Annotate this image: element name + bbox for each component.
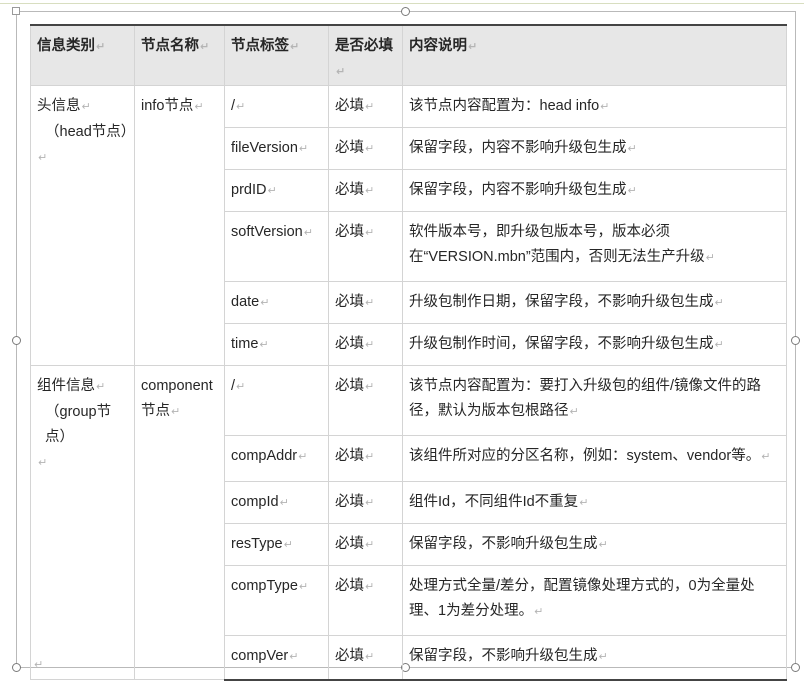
description-cell[interactable]: 该节点内容配置为：head info↵ (402, 85, 787, 128)
tag-cell[interactable]: compType↵ (224, 565, 329, 636)
tag-cell[interactable]: date↵ (224, 281, 329, 324)
resize-handle-left[interactable] (12, 336, 21, 345)
required-cell[interactable]: 必填↵ (328, 435, 403, 482)
description-cell[interactable]: 保留字段，不影响升级包生成↵ (402, 635, 787, 681)
tag-cell[interactable]: compAddr↵ (224, 435, 329, 482)
node-name-cell[interactable]: component 节点↵ (134, 365, 225, 680)
description-cell[interactable]: 该节点内容配置为：要打入升级包的组件/镜像文件的路径，默认为版本包根路径↵ (402, 365, 787, 436)
tag-cell[interactable]: resType↵ (224, 523, 329, 566)
required-cell[interactable]: 必填↵ (328, 323, 403, 366)
header-node-tag: 节点标签↵ (224, 24, 329, 86)
description-cell[interactable]: 升级包制作日期，保留字段，不影响升级包生成↵ (402, 281, 787, 324)
description-cell[interactable]: 保留字段，不影响升级包生成↵ (402, 523, 787, 566)
required-cell[interactable]: 必填↵ (328, 281, 403, 324)
resize-handle-top[interactable] (401, 7, 410, 16)
description-cell[interactable]: 软件版本号，即升级包版本号，版本必须在“VERSION.mbn”范围内，否则无法… (402, 211, 787, 282)
tag-cell[interactable]: prdID↵ (224, 169, 329, 212)
tag-cell[interactable]: softVersion↵ (224, 211, 329, 282)
table-header-row: 信息类别↵ 节点名称↵ 节点标签↵ 是否必填↵ 内容说明↵ (30, 24, 787, 86)
category-cell[interactable]: 头信息↵ （head节点） ↵ (30, 85, 135, 366)
tag-cell[interactable]: /↵ (224, 365, 329, 436)
paragraph-end-mark: ↵ (34, 659, 44, 671)
resize-handle-right[interactable] (791, 336, 800, 345)
description-cell[interactable]: 该组件所对应的分区名称，例如：system、vendor等。↵ (402, 435, 787, 482)
required-cell[interactable]: 必填↵ (328, 523, 403, 566)
header-category: 信息类别↵ (30, 24, 135, 86)
table-row: 头信息↵ （head节点） ↵ info节点↵ /↵ 必填↵ 该节点内容配置为：… (30, 85, 787, 366)
required-cell[interactable]: 必填↵ (328, 481, 403, 524)
header-node-name: 节点名称↵ (134, 24, 225, 86)
tag-cell[interactable]: /↵ (224, 85, 329, 128)
description-cell[interactable]: 保留字段，内容不影响升级包生成↵ (402, 169, 787, 212)
tag-cell[interactable]: time↵ (224, 323, 329, 366)
header-description: 内容说明↵ (402, 24, 787, 86)
tag-cell[interactable]: fileVersion↵ (224, 127, 329, 170)
node-name-cell[interactable]: info节点↵ (134, 85, 225, 366)
category-cell[interactable]: 组件信息↵ （group节点） ↵ (30, 365, 135, 680)
description-cell[interactable]: 处理方式全量/差分，配置镜像处理方式的，0为全量处理、1为差分处理。↵ (402, 565, 787, 636)
table-move-handle-icon[interactable] (12, 7, 20, 15)
required-cell[interactable]: 必填↵ (328, 85, 403, 128)
node-spec-table: 信息类别↵ 节点名称↵ 节点标签↵ 是否必填↵ 内容说明↵ 头信息↵ （head… (30, 24, 787, 681)
description-cell[interactable]: 组件Id，不同组件Id不重复↵ (402, 481, 787, 524)
resize-handle-bottom-left[interactable] (12, 663, 21, 672)
description-cell[interactable]: 保留字段，内容不影响升级包生成↵ (402, 127, 787, 170)
page-top-rule (0, 3, 804, 4)
tag-cell[interactable]: compId↵ (224, 481, 329, 524)
resize-handle-bottom-right[interactable] (791, 663, 800, 672)
required-cell[interactable]: 必填↵ (328, 635, 403, 681)
table-row: 组件信息↵ （group节点） ↵ component 节点↵ /↵ 必填↵ 该节点… (30, 365, 787, 680)
header-required: 是否必填↵ (328, 24, 403, 86)
required-cell[interactable]: 必填↵ (328, 127, 403, 170)
description-cell[interactable]: 升级包制作时间，保留字段，不影响升级包生成↵ (402, 323, 787, 366)
required-cell[interactable]: 必填↵ (328, 365, 403, 436)
required-cell[interactable]: 必填↵ (328, 565, 403, 636)
required-cell[interactable]: 必填↵ (328, 169, 403, 212)
tag-cell[interactable]: compVer↵ (224, 635, 329, 681)
required-cell[interactable]: 必填↵ (328, 211, 403, 282)
